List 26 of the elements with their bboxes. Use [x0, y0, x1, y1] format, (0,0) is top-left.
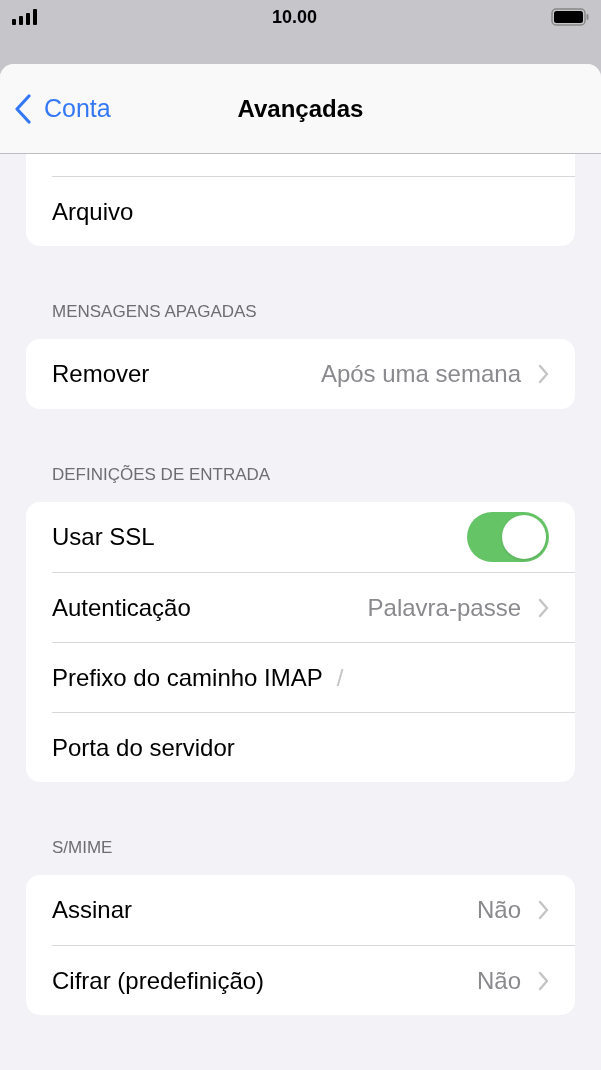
battery-icon [551, 8, 589, 26]
row-value: Não [476, 895, 521, 925]
row-label[interactable]: Remover [52, 356, 150, 392]
row-label[interactable]: Arquivo [52, 193, 134, 230]
row-label[interactable]: Prefixo do caminho IMAP [52, 659, 323, 696]
chevron-icon [537, 970, 549, 991]
back-chevron-icon [14, 93, 32, 124]
row-value: Não [476, 965, 521, 996]
row-label[interactable]: Usar SSL [52, 519, 155, 555]
row-label[interactable]: Assinar [52, 892, 133, 928]
section-header: DEFINIÇÕES DE ENTRADA [52, 465, 271, 484]
row-value: Após uma semana [320, 359, 521, 389]
screen-title: Avançadas [237, 93, 364, 124]
row-label[interactable]: Autenticação [52, 589, 191, 626]
row-label[interactable]: Cifrar (predefinição) [52, 962, 265, 999]
signal-icon [12, 9, 38, 25]
row-label[interactable]: Porta do servidor [52, 729, 235, 766]
back-button[interactable]: Conta [0, 89, 111, 128]
toggle-switch[interactable] [467, 512, 549, 562]
section-header: MENSAGENS APAGADAS [52, 302, 257, 321]
chevron-icon [537, 364, 549, 384]
chevron-icon [537, 900, 549, 920]
chevron-icon [537, 597, 549, 618]
status-time: 10.00 [270, 5, 318, 29]
section-header: S/MIME [52, 838, 113, 857]
row-value: Palavra-passe [367, 592, 521, 623]
